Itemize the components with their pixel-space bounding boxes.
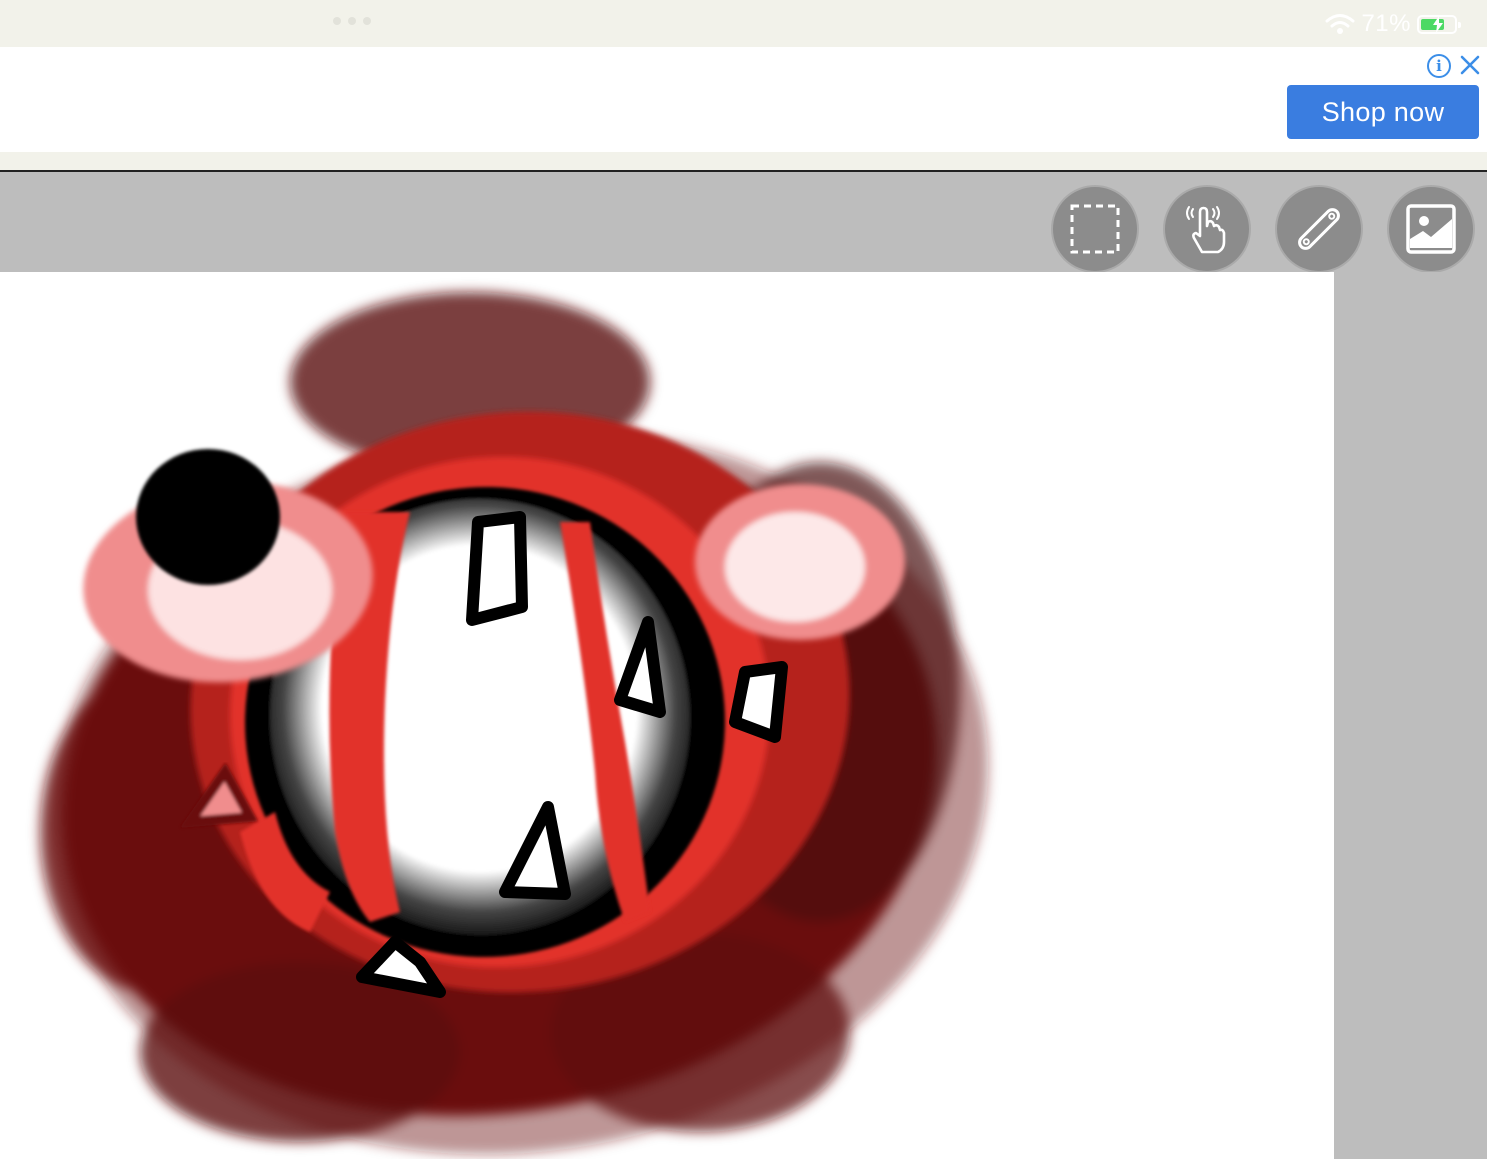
ruler-tool-button[interactable] [1275,185,1363,273]
ad-spacer [0,152,1487,170]
battery-percentage: 71% [1361,10,1411,37]
wifi-icon [1325,14,1355,34]
drawing-toolbar [0,172,1487,273]
image-tool-button[interactable] [1387,185,1475,273]
battery-icon [1417,14,1461,34]
drawing-canvas[interactable] [0,272,1334,1159]
image-icon [1406,204,1456,254]
info-icon[interactable]: i [1427,54,1451,78]
charging-bolt-icon [1433,15,1443,33]
status-bar: 71% [0,0,1487,47]
ruler-icon [1298,208,1340,250]
hand-tool-button[interactable] [1163,185,1251,273]
status-indicators: 71% [1325,8,1461,40]
ad-banner: i Shop now [0,47,1487,152]
multitasking-dots[interactable] [333,17,371,25]
close-icon[interactable] [1458,53,1482,77]
hand-pointer-icon [1186,206,1226,254]
canvas-gutter [1334,272,1487,1159]
shop-now-button[interactable]: Shop now [1287,85,1479,139]
red-ball-drawing [40,292,989,1155]
selection-tool-button[interactable] [1051,185,1139,273]
dashed-selection-icon [1070,204,1120,254]
